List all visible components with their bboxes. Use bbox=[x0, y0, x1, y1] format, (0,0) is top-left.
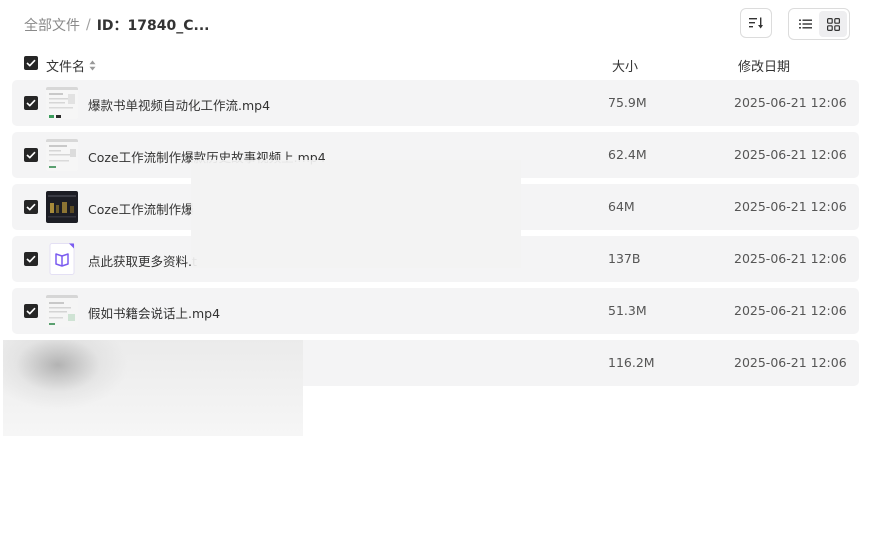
sort-icon bbox=[749, 17, 763, 29]
file-size: 137B bbox=[608, 251, 641, 266]
video-thumbnail bbox=[46, 139, 78, 171]
file-name[interactable]: Coze工作流制作爆 bbox=[88, 199, 194, 218]
check-icon bbox=[26, 99, 36, 107]
date-column-header[interactable]: 修改日期 bbox=[738, 56, 790, 75]
video-thumbnail bbox=[46, 295, 78, 327]
select-all-checkbox[interactable] bbox=[24, 56, 38, 70]
view-toggle bbox=[788, 8, 850, 40]
video-thumbnail bbox=[46, 191, 78, 223]
row-checkbox[interactable] bbox=[24, 200, 38, 214]
table-header: 文件名 大小 修改日期 bbox=[0, 48, 874, 80]
file-row[interactable]: 爆款书单视频自动化工作流.mp4 75.9M 2025-06-21 12:06 bbox=[12, 80, 859, 126]
file-size: 64M bbox=[608, 199, 635, 214]
size-column-header[interactable]: 大小 bbox=[612, 56, 638, 75]
file-size: 75.9M bbox=[608, 95, 647, 110]
file-name[interactable]: 爆款书单视频自动化工作流.mp4 bbox=[88, 95, 270, 114]
row-checkbox[interactable] bbox=[24, 96, 38, 110]
check-icon bbox=[26, 307, 36, 315]
check-icon bbox=[26, 59, 36, 67]
file-name[interactable]: 假如书籍会说话上.mp4 bbox=[88, 303, 220, 322]
file-date: 2025-06-21 12:06 bbox=[734, 251, 847, 266]
file-date: 2025-06-21 12:06 bbox=[734, 147, 847, 162]
name-column-header[interactable]: 文件名 bbox=[46, 56, 96, 75]
row-checkbox[interactable] bbox=[24, 148, 38, 162]
document-icon bbox=[46, 243, 78, 275]
file-size: 51.3M bbox=[608, 303, 647, 318]
check-icon bbox=[26, 203, 36, 211]
grid-view-button[interactable] bbox=[819, 11, 847, 37]
grid-view-icon bbox=[826, 17, 840, 31]
breadcrumb: 全部文件 / ID：17840_C... bbox=[24, 15, 209, 35]
redaction-overlay bbox=[191, 160, 521, 268]
sort-button[interactable] bbox=[740, 8, 772, 38]
file-date: 2025-06-21 12:06 bbox=[734, 303, 847, 318]
file-date: 2025-06-21 12:06 bbox=[734, 95, 847, 110]
breadcrumb-root-link[interactable]: 全部文件 bbox=[24, 15, 80, 35]
breadcrumb-separator: / bbox=[86, 17, 91, 33]
file-date: 2025-06-21 12:06 bbox=[734, 199, 847, 214]
video-thumbnail bbox=[46, 87, 78, 119]
file-row[interactable]: 假如书籍会说话上.mp4 51.3M 2025-06-21 12:06 bbox=[12, 288, 859, 334]
file-name[interactable]: 点此获取更多资料.t bbox=[88, 251, 197, 270]
file-size: 62.4M bbox=[608, 147, 647, 162]
sort-toggle-icon bbox=[89, 60, 96, 71]
check-icon bbox=[26, 255, 36, 263]
file-date: 2025-06-21 12:06 bbox=[734, 355, 847, 370]
row-checkbox[interactable] bbox=[24, 304, 38, 318]
file-size: 116.2M bbox=[608, 355, 655, 370]
list-view-button[interactable] bbox=[791, 11, 819, 37]
list-view-icon bbox=[798, 19, 812, 29]
redaction-overlay bbox=[3, 340, 303, 436]
breadcrumb-current: ID：17840_C... bbox=[96, 18, 210, 34]
row-checkbox[interactable] bbox=[24, 252, 38, 266]
name-column-label: 文件名 bbox=[46, 60, 86, 75]
check-icon bbox=[26, 151, 36, 159]
